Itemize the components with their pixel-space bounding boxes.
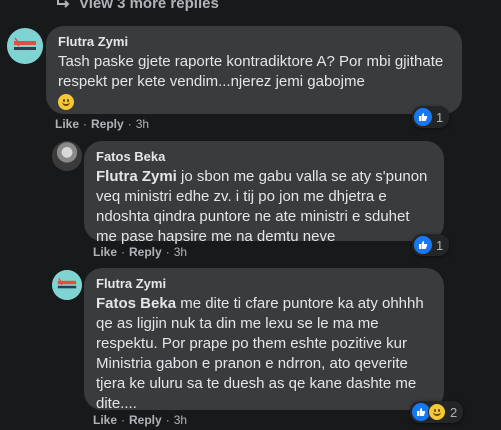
comment-text: Tash paske gjete raporte kontradiktore A…	[58, 52, 450, 114]
comment-body: Tash paske gjete raporte kontradiktore A…	[58, 53, 444, 90]
reply-action[interactable]: Reply	[91, 117, 124, 131]
reaction-count: 1	[436, 109, 444, 125]
comment-timestamp[interactable]: 3h	[136, 117, 149, 131]
comment-bubble: Fatos Beka Flutra Zymi jo sbon me gabu v…	[84, 141, 444, 245]
comment-author[interactable]: Flutra Zymi	[96, 276, 432, 291]
comment-actions: Like · Reply · 3h	[93, 245, 188, 259]
comment-actions: Like · Reply · 3h	[93, 413, 188, 427]
comment-text: Fatos Beka me dite ti cfare puntore ka a…	[96, 294, 432, 414]
mention-link[interactable]: Flutra Zymi	[96, 168, 177, 185]
view-more-replies-label: View 3 more replies	[79, 0, 219, 12]
like-icon	[414, 236, 432, 254]
comments-thread: View 3 more replies Flutra Zymi Tash pas…	[0, 0, 501, 430]
comment-author[interactable]: Flutra Zymi	[58, 34, 450, 49]
comment-body: me dite ti cfare puntore ka aty ohhhh qe…	[96, 295, 424, 412]
comment-text: Flutra Zymi jo sbon me gabu valla se aty…	[96, 167, 432, 247]
reaction-count: 1	[436, 237, 444, 253]
comment-timestamp[interactable]: 3h	[174, 245, 187, 259]
reaction-summary[interactable]: 1	[412, 106, 450, 128]
reply-arrow-icon	[57, 0, 70, 8]
avatar[interactable]	[52, 270, 82, 300]
avatar[interactable]	[7, 28, 43, 64]
reply-action[interactable]: Reply	[129, 245, 162, 259]
like-icon	[414, 108, 432, 126]
view-more-replies-link[interactable]: View 3 more replies	[55, 0, 219, 12]
reaction-summary[interactable]: 1	[412, 234, 450, 256]
tekno-logo-icon	[52, 270, 82, 300]
comment-bubble: Flutra Zymi Fatos Beka me dite ti cfare …	[84, 268, 444, 412]
comment-actions: Like · Reply · 3h	[55, 117, 150, 131]
comment-timestamp[interactable]: 3h	[174, 413, 187, 427]
like-action[interactable]: Like	[55, 117, 79, 131]
reaction-count: 2	[450, 404, 458, 420]
haha-icon	[428, 403, 446, 421]
mention-link[interactable]: Fatos Beka	[96, 295, 176, 312]
comment-bubble: Flutra Zymi Tash paske gjete raporte kon…	[46, 26, 462, 114]
tekno-logo-icon	[7, 28, 43, 64]
like-action[interactable]: Like	[93, 245, 117, 259]
avatar[interactable]	[52, 141, 82, 171]
like-action[interactable]: Like	[93, 413, 117, 427]
comment-author[interactable]: Fatos Beka	[96, 149, 432, 164]
reply-action[interactable]: Reply	[129, 413, 162, 427]
smiling-face-emoji-icon	[58, 94, 74, 110]
reaction-summary[interactable]: 2	[410, 401, 464, 423]
